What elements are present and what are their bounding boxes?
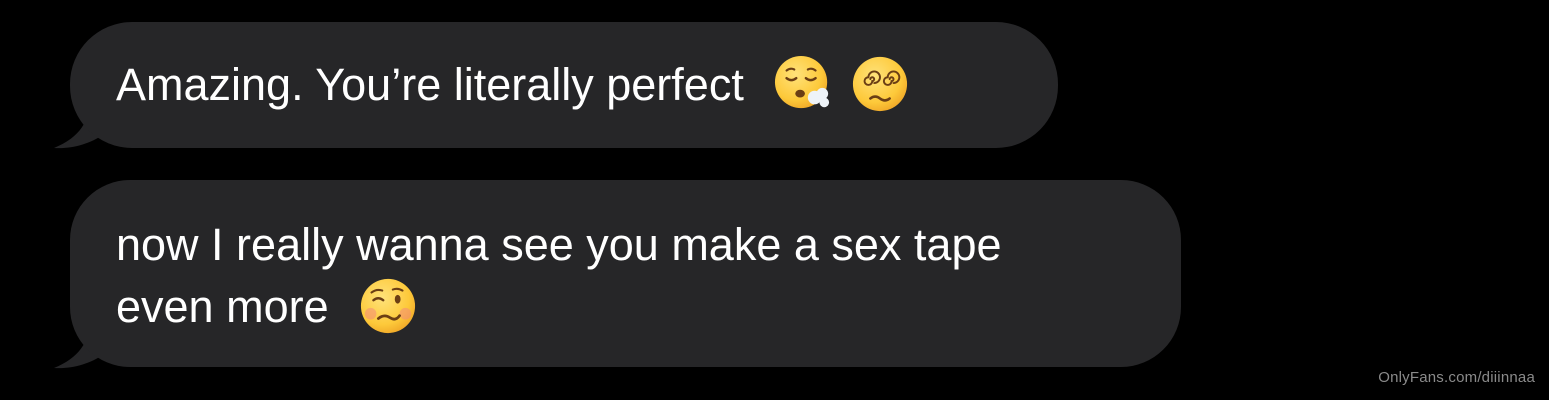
message-text-line: even more — [116, 276, 417, 339]
message-text: even more — [116, 281, 329, 332]
message-text-line: Amazing. You’re literally perfect — [116, 54, 909, 117]
woozy-face-emoji — [361, 279, 416, 334]
message-bubble-incoming[interactable]: Amazing. You’re literally perfect — [70, 22, 1058, 148]
message-bubble-incoming[interactable]: now I really wanna see you make a sex ta… — [70, 180, 1181, 367]
watermark-text: OnlyFans.com/diiinnaa — [1378, 369, 1535, 386]
face-with-spiral-eyes-emoji — [852, 57, 907, 112]
face-exhaling-emoji — [775, 56, 830, 109]
message-text: now I really wanna see you make a sex ta… — [116, 219, 1002, 270]
message-text-line: now I really wanna see you make a sex ta… — [116, 214, 1002, 276]
message-text: Amazing. You’re literally perfect — [116, 59, 744, 110]
